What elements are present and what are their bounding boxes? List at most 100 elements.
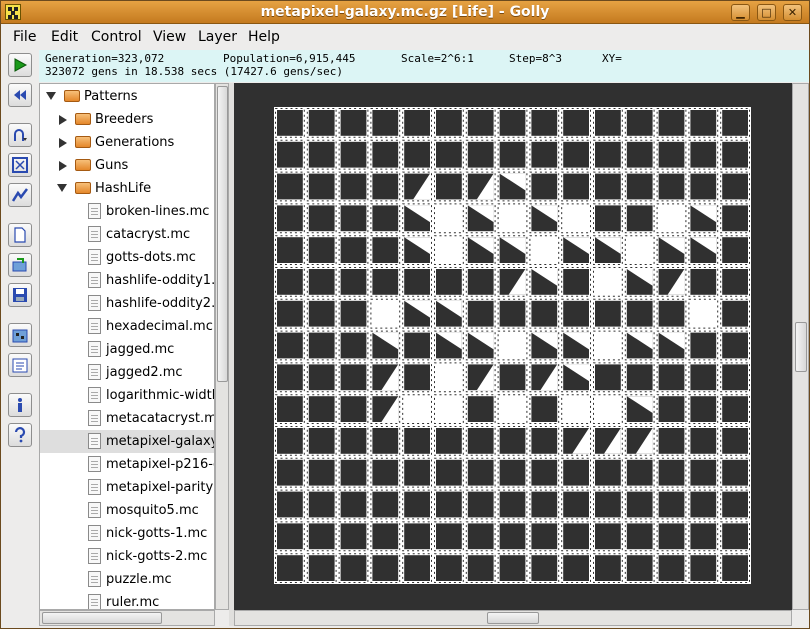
show-scripts-button[interactable] [8,353,32,377]
metacell [497,489,528,520]
algorithm-button[interactable] [8,123,32,147]
hashing-button[interactable] [8,183,32,207]
metacell [306,362,337,393]
tree-vertical-scrollbar[interactable] [215,83,229,610]
tree-file[interactable]: nick-gotts-1.mc [40,522,214,545]
file-icon [88,433,101,449]
minimize-button[interactable]: ▁ [731,4,750,21]
close-button[interactable]: ✕ [783,4,802,21]
tree-file[interactable]: hashlife-oddity1.mc [40,269,214,292]
viewport-vertical-scrollbar[interactable] [792,83,809,610]
tree-file[interactable]: puzzle.mc [40,568,214,591]
metacell [338,171,369,202]
tree-item-label: Guns [95,158,129,173]
metacell [624,362,655,393]
new-pattern-button[interactable] [8,223,32,247]
fit-pattern-button[interactable] [8,153,32,177]
tree-horizontal-scrollbar[interactable] [39,610,215,626]
metacell [370,457,401,488]
tree-file[interactable]: metapixel-p216-gun.mc.gz [40,453,214,476]
metacell [434,553,464,584]
tree-file[interactable]: jagged.mc [40,338,214,361]
metacell [624,426,655,456]
menu-help[interactable]: Help [248,29,280,45]
metacell [434,457,464,488]
metacell [561,394,592,425]
metacell [688,267,719,297]
scale-readout: Scale=2^6:1 [401,52,474,65]
open-pattern-button[interactable] [8,253,32,277]
expand-arrow-icon[interactable] [59,115,67,125]
tree-file[interactable]: jagged2.mc [40,361,214,384]
collapse-arrow-icon[interactable] [46,92,56,100]
step-readout: Step=8^3 [509,52,562,65]
tree-file[interactable]: logarithmic-width.mc [40,384,214,407]
expand-arrow-icon[interactable] [59,161,67,171]
menu-edit[interactable]: Edit [51,29,78,45]
metacell [402,521,432,552]
menu-layer[interactable]: Layer [198,29,237,45]
collapse-arrow-icon[interactable] [57,184,67,192]
title-bar[interactable]: metapixel-galaxy.mc.gz [Life] - Golly ▁ … [1,1,809,24]
pattern-canvas[interactable] [234,83,792,610]
tree-file[interactable]: metapixel-galaxy.mc.gz [40,430,214,453]
file-icon [88,502,101,518]
metacell [465,108,496,138]
show-info-button[interactable] [8,393,32,417]
menu-file[interactable]: File [13,29,36,45]
tree-item-label: hashlife-oddity2.mc [106,296,215,311]
metacell [465,553,496,584]
metacell [720,298,751,329]
expand-arrow-icon[interactable] [59,138,67,148]
tree-file[interactable]: metacatacryst.mc [40,407,214,430]
menu-control[interactable]: Control [91,29,142,45]
tree-folder[interactable]: HashLife [40,177,214,200]
tree-folder[interactable]: Patterns [40,85,214,108]
viewport-vscroll-thumb[interactable] [795,322,807,372]
metacell [688,330,719,361]
tree-item-label: Breeders [95,112,154,127]
metacell [561,171,592,202]
tree-folder[interactable]: Generations [40,131,214,154]
tree-folder[interactable]: Breeders [40,108,214,131]
metacell [720,139,751,170]
tree-file[interactable]: hexadecimal.mc.gz [40,315,214,338]
tree-hscroll-thumb[interactable] [42,612,162,624]
tree-file[interactable]: nick-gotts-2.mc [40,545,214,568]
toolbar [3,50,35,626]
tree-file[interactable]: gotts-dots.mc [40,246,214,269]
tree-file[interactable]: broken-lines.mc [40,200,214,223]
tree-file[interactable]: ruler.mc [40,591,214,609]
metacell [688,139,719,170]
viewport-horizontal-scrollbar[interactable] [234,610,792,626]
pattern-viewport[interactable] [234,83,792,610]
start-generating-button[interactable] [8,53,32,77]
metacell [593,235,623,265]
tree-scroll-thumb[interactable] [217,86,228,382]
file-icon [88,571,101,587]
tree-file[interactable]: hashlife-oddity2.mc [40,292,215,315]
tree-folder[interactable]: Guns [40,154,214,177]
save-icon [13,288,27,302]
metacell [593,457,623,488]
tree-file[interactable]: metapixel-parity64.mc.gz [40,476,214,499]
folder-icon [75,159,91,171]
save-pattern-button[interactable] [8,283,32,307]
metacell [561,267,592,297]
metacell [656,298,687,329]
tree-file[interactable]: catacryst.mc [40,223,214,246]
tree-item-label: Generations [95,135,175,150]
tree-item-label: metapixel-p216-gun.mc.gz [106,457,214,472]
metacell [529,553,560,584]
maximize-button[interactable]: □ [757,4,776,21]
reset-button[interactable] [8,83,32,107]
menu-view[interactable]: View [153,29,186,45]
viewport-hscroll-thumb[interactable] [487,612,539,624]
show-patterns-button[interactable] [8,323,32,347]
metacell [593,521,623,552]
metacell [370,362,401,393]
metacell [402,457,432,488]
metacell [465,203,496,234]
show-help-button[interactable] [8,423,32,447]
tree-file[interactable]: mosquito5.mc [40,499,214,522]
